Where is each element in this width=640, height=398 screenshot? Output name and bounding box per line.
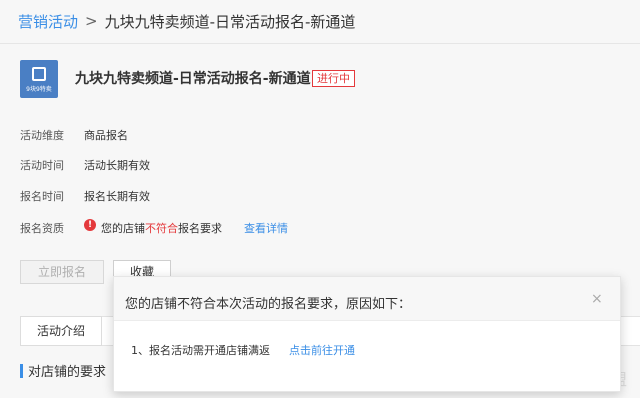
section-title: 对店铺的要求 [28, 365, 107, 380]
qualification-status: 您的店铺不符合报名要求 [101, 220, 222, 236]
activity-logo: 9块9特卖 [20, 60, 58, 98]
signup-time-value: 报名长期有效 [84, 190, 150, 203]
9-icon [32, 67, 46, 81]
exclamation-icon: ! [84, 219, 96, 231]
qualification-label: 报名资质 [20, 222, 64, 235]
qualification-prefix: 您的店铺 [101, 222, 145, 235]
dimension-value: 商品报名 [84, 129, 128, 142]
reason-text: 1、报名活动需开通店铺满返 [131, 344, 270, 357]
signup-button[interactable]: 立即报名 [20, 260, 104, 284]
breadcrumb-root-link[interactable]: 营销活动 [18, 11, 78, 32]
dialog-header: 您的店铺不符合本次活动的报名要求，原因如下： × [114, 277, 620, 321]
breadcrumb: 营销活动 > 九块九特卖频道-日常活动报名-新通道 [18, 9, 355, 33]
activity-title: 九块九特卖频道-日常活动报名-新通道 [75, 71, 311, 87]
signup-time-label: 报名时间 [20, 190, 64, 203]
dimension-label: 活动维度 [20, 129, 64, 142]
breadcrumb-current: 九块九特卖频道-日常活动报名-新通道 [104, 12, 356, 31]
status-badge: 进行中 [312, 70, 355, 87]
tab-activity-intro[interactable]: 活动介绍 [20, 316, 102, 346]
close-icon[interactable]: × [591, 291, 603, 307]
open-service-link[interactable]: 点击前往开通 [289, 342, 355, 358]
dialog-title: 您的店铺不符合本次活动的报名要求，原因如下： [125, 297, 412, 312]
qualification-suffix: 报名要求 [178, 222, 222, 235]
activity-time-label: 活动时间 [20, 159, 64, 172]
activity-time-value: 活动长期有效 [84, 159, 150, 172]
logo-caption: 9块9特卖 [26, 86, 52, 93]
breadcrumb-separator: > [85, 12, 98, 30]
qualification-highlight: 不符合 [145, 222, 178, 235]
view-details-link[interactable]: 查看详情 [244, 220, 288, 236]
section-accent-bar [20, 364, 23, 378]
requirement-dialog: 您的店铺不符合本次活动的报名要求，原因如下： × 1、报名活动需开通店铺满返 点… [113, 276, 621, 392]
header-divider [0, 43, 640, 44]
page: 营销活动 > 九块九特卖频道-日常活动报名-新通道 9块9特卖 九块九特卖频道-… [0, 0, 640, 398]
